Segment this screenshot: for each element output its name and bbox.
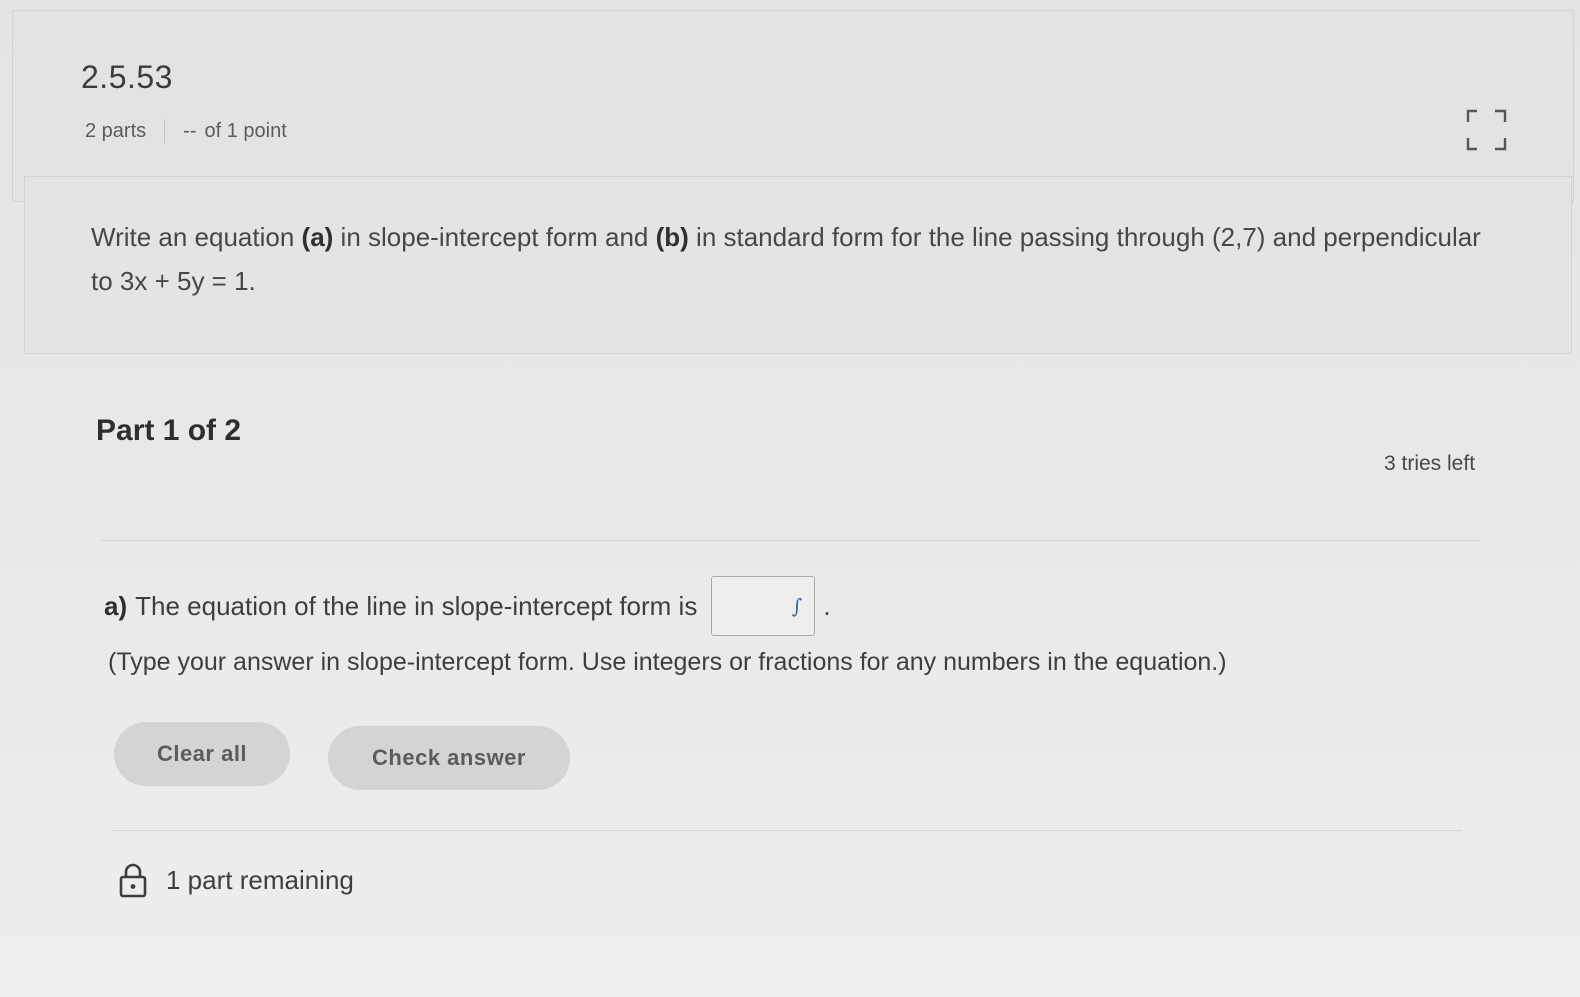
points-total: of 1 point [204, 119, 287, 142]
answer-prompt: The equation of the line in slope-interc… [135, 590, 698, 621]
part-a-label: (a) [301, 222, 334, 252]
points-info: -- of 1 point [183, 120, 287, 143]
question-mid-1: in slope-intercept form and [333, 222, 656, 252]
problem-meta: 2 parts -- of 1 point [85, 119, 287, 143]
math-palette-icon[interactable]: ∫ [792, 594, 802, 618]
tries-left: 3 tries left [1384, 452, 1476, 475]
expand-icon[interactable] [1465, 108, 1507, 152]
clear-all-button[interactable]: Clear all [114, 722, 290, 786]
answer-label: a) [104, 590, 128, 621]
footer-divider [112, 830, 1462, 831]
part-b-label: (b) [655, 222, 689, 252]
parts-remaining: 1 part remaining [118, 862, 354, 898]
part-divider [100, 540, 1480, 541]
problem-number: 2.5.53 [81, 59, 173, 95]
answer-suffix: . [823, 590, 831, 621]
answer-row: a) The equation of the line in slope-int… [104, 576, 831, 636]
problem-header: 2.5.53 2 parts -- of 1 point [12, 10, 1574, 202]
points-score: -- [183, 119, 197, 142]
question-card: Write an equation (a) in slope-intercept… [24, 176, 1572, 354]
remaining-text: 1 part remaining [166, 864, 354, 895]
question-text: Write an equation (a) in slope-intercept… [91, 215, 1491, 303]
question-intro: Write an equation [91, 222, 302, 252]
parts-count: 2 parts [85, 119, 147, 142]
meta-divider [164, 119, 166, 143]
answer-hint: (Type your answer in slope-intercept for… [108, 648, 1227, 676]
answer-input[interactable]: ∫ [711, 576, 816, 636]
check-answer-button[interactable]: Check answer [328, 726, 570, 790]
problem-page: 2.5.53 2 parts -- of 1 point Write an eq… [0, 0, 1580, 997]
part-title: Part 1 of 2 [96, 414, 242, 447]
lock-icon [118, 862, 148, 898]
